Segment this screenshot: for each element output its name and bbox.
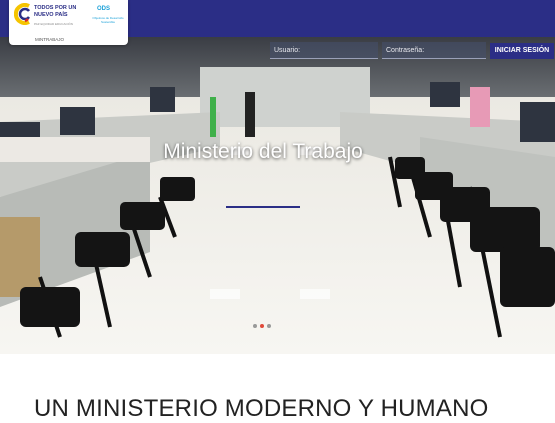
- office-photo-icon: [0, 37, 555, 354]
- ods-logo: ODS: [97, 6, 111, 12]
- carousel-indicators: [253, 324, 271, 328]
- username-input[interactable]: Usuario:: [270, 41, 378, 59]
- section-title: UN MINISTERIO MODERNO Y HUMANO: [34, 395, 489, 422]
- carousel-dot[interactable]: [267, 324, 271, 328]
- hero-carousel[interactable]: [0, 37, 555, 354]
- login-button[interactable]: INICIAR SESIÓN: [490, 43, 554, 59]
- logo-gov-sub: PAZ EQUIDAD EDUCACIÓN: [34, 22, 73, 26]
- ods-logo-subtitle: Objetivos de Desarrollo Sostenible: [92, 16, 124, 24]
- site-logo[interactable]: TODOS POR UN NUEVO PAÍS PAZ EQUIDAD EDUC…: [9, 0, 128, 45]
- password-input[interactable]: Contraseña:: [382, 41, 486, 59]
- login-form: Usuario: Contraseña:: [270, 41, 486, 59]
- carousel-dot[interactable]: [253, 324, 257, 328]
- carousel-dot-active[interactable]: [260, 324, 264, 328]
- hero-underline: [226, 206, 300, 208]
- hero-title: Ministerio del Trabajo: [163, 140, 363, 163]
- logo-gov-text: TODOS POR UN NUEVO PAÍS: [34, 5, 77, 18]
- ministry-logo-text: MINTRABAJO: [35, 37, 65, 42]
- colombia-c-logo-icon: [14, 3, 30, 25]
